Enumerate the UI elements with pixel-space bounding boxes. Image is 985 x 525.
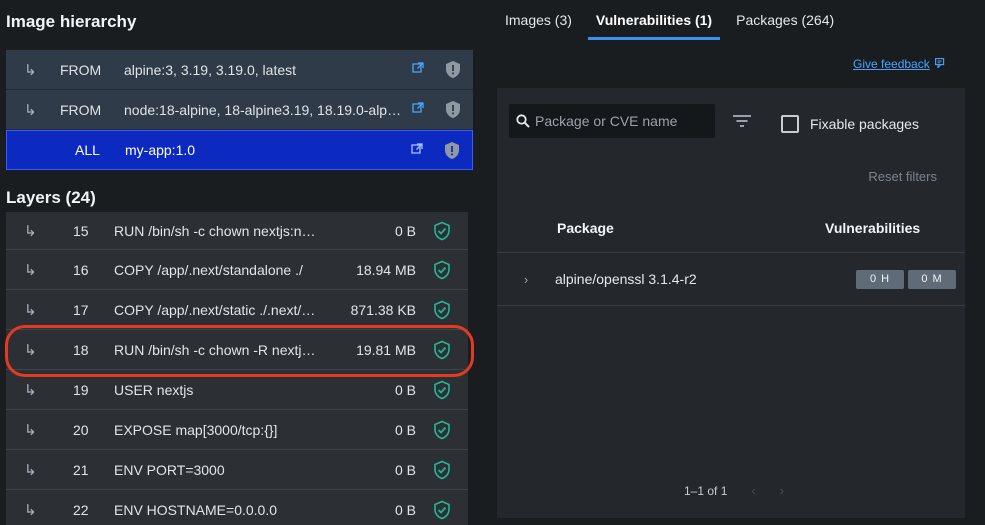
layer-index: 22	[73, 501, 89, 518]
child-arrow-icon: ↳	[24, 461, 37, 479]
shield-warning-icon	[433, 60, 473, 79]
shield-check-icon	[416, 221, 468, 241]
layer-index: 16	[73, 261, 89, 278]
hierarchy-image-name: my-app:1.0	[125, 142, 196, 158]
table-row[interactable]: › alpine/openssl 3.1.4-r2 0 H 0 M	[497, 252, 965, 306]
fixable-checkbox[interactable]	[781, 115, 799, 133]
child-arrow-icon: ↳	[24, 261, 37, 279]
table-header: Package Vulnerabilities	[497, 204, 965, 252]
high-severity-badge: 0 H	[856, 269, 904, 289]
layer-index: 15	[73, 222, 89, 239]
hierarchy-row[interactable]: ↳ FROM node:18-alpine, 18-alpine3.19, 18…	[6, 90, 473, 130]
next-page-icon[interactable]: ›	[780, 483, 784, 498]
child-arrow-icon: ↳	[24, 341, 37, 359]
child-arrow-icon: ↳	[24, 501, 37, 519]
external-link-icon[interactable]	[402, 142, 432, 158]
external-link-icon[interactable]	[403, 62, 433, 77]
tab-packages[interactable]: Packages (264)	[728, 0, 842, 40]
child-arrow-icon: ↳	[24, 101, 37, 119]
feedback-chat-icon	[934, 57, 946, 71]
layer-size: 0 B	[394, 222, 416, 239]
layer-size: 0 B	[394, 501, 416, 518]
layer-row[interactable]: ↳ 21 ENV PORT=3000 0 B	[6, 450, 468, 490]
layer-row[interactable]: ↳ 20 EXPOSE map[3000/tcp:{}] 0 B	[6, 410, 468, 450]
layer-size: 0 B	[394, 421, 416, 438]
shield-warning-icon	[432, 141, 472, 160]
tab-images[interactable]: Images (3)	[497, 0, 580, 40]
severity-badges: 0 H 0 M	[856, 269, 965, 289]
fixable-packages-toggle[interactable]: Fixable packages	[781, 115, 919, 133]
shield-check-icon	[416, 340, 468, 360]
layer-index: 21	[73, 461, 89, 478]
layer-command: ENV PORT=3000	[114, 461, 225, 478]
layer-row[interactable]: ↳ 17 COPY /app/.next/static ./.next/stat…	[6, 290, 468, 330]
layer-command: ENV HOSTNAME=0.0.0.0	[114, 501, 278, 518]
search-icon	[509, 114, 533, 128]
shield-warning-icon	[433, 100, 473, 119]
layer-index: 20	[73, 421, 89, 438]
layer-size: 0 B	[394, 461, 416, 478]
package-name: alpine/openssl 3.1.4-r2	[555, 271, 697, 287]
shield-check-icon	[416, 300, 468, 320]
medium-severity-badge: 0 M	[908, 269, 956, 289]
layer-size: 19.81 MB	[356, 341, 416, 358]
layer-command: COPY /app/.next/static ./.next/static	[114, 301, 319, 318]
search-input[interactable]	[533, 113, 708, 129]
layer-index: 19	[73, 381, 89, 398]
give-feedback-label: Give feedback	[853, 57, 930, 71]
shield-check-icon	[416, 260, 468, 280]
external-link-icon[interactable]	[403, 102, 433, 117]
child-arrow-icon: ↳	[24, 421, 37, 439]
column-header-package[interactable]: Package	[497, 220, 825, 236]
filter-icon[interactable]	[732, 114, 752, 133]
layer-size: 871.38 KB	[350, 301, 416, 318]
hierarchy-image-name: alpine:3, 3.19, 3.19.0, latest	[124, 61, 297, 78]
layer-row[interactable]: ↳ 18 RUN /bin/sh -c chown -R nextjs:node…	[6, 330, 468, 370]
vulnerabilities-panel: Fixable packages Reset filters Package V…	[497, 88, 965, 518]
layer-size: 18.94 MB	[356, 261, 416, 278]
fixable-packages-label: Fixable packages	[810, 116, 919, 132]
hierarchy-kind: FROM	[60, 61, 102, 78]
layer-command: RUN /bin/sh -c chown nextjs:nodejs .next	[114, 222, 319, 239]
child-arrow-icon: ↳	[24, 381, 37, 399]
shield-check-icon	[416, 380, 468, 400]
search-box	[509, 104, 715, 138]
layer-command: USER nextjs	[114, 381, 194, 398]
app-root: Image hierarchy ↳ FROM alpine:3, 3.19, 3…	[0, 0, 985, 525]
layer-row[interactable]: ↳ 19 USER nextjs 0 B	[6, 370, 468, 410]
layer-command: RUN /bin/sh -c chown -R nextjs:nodejs	[114, 341, 319, 358]
tab-vulnerabilities[interactable]: Vulnerabilities (1)	[587, 0, 721, 40]
layers-list: ↳ 15 RUN /bin/sh -c chown nextjs:nodejs …	[6, 212, 468, 525]
image-hierarchy-title: Image hierarchy	[6, 12, 137, 31]
give-feedback-link[interactable]: Give feedback	[853, 57, 946, 71]
child-arrow-icon: ↳	[24, 222, 37, 240]
layer-command: COPY /app/.next/standalone ./	[114, 261, 303, 278]
layer-row[interactable]: ↳ 15 RUN /bin/sh -c chown nextjs:nodejs …	[6, 212, 468, 250]
tab-bar: Images (3) Vulnerabilities (1) Packages …	[497, 0, 850, 40]
hierarchy-kind: FROM	[60, 101, 102, 118]
hierarchy-kind: ALL	[75, 142, 100, 158]
prev-page-icon[interactable]: ‹	[751, 483, 755, 498]
column-header-vulnerabilities[interactable]: Vulnerabilities	[825, 220, 965, 236]
shield-check-icon	[416, 500, 468, 520]
layer-index: 18	[73, 341, 89, 358]
child-arrow-icon: ↳	[24, 301, 37, 319]
hierarchy-row-selected[interactable]: ALL my-app:1.0	[6, 130, 473, 170]
shield-check-icon	[416, 460, 468, 480]
layers-title: Layers (24)	[6, 188, 96, 207]
layer-row[interactable]: ↳ 22 ENV HOSTNAME=0.0.0.0 0 B	[6, 490, 468, 525]
hierarchy-row[interactable]: ↳ FROM alpine:3, 3.19, 3.19.0, latest	[6, 50, 473, 90]
layer-row[interactable]: ↳ 16 COPY /app/.next/standalone ./ 18.94…	[6, 250, 468, 290]
layer-command: EXPOSE map[3000/tcp:{}]	[114, 421, 278, 438]
pagination-label: 1–1 of 1	[684, 483, 728, 498]
layer-index: 17	[73, 301, 89, 318]
layer-size: 0 B	[394, 381, 416, 398]
shield-check-icon	[416, 420, 468, 440]
chevron-right-icon[interactable]: ›	[497, 272, 555, 287]
reset-filters-button[interactable]: Reset filters	[868, 169, 937, 184]
image-hierarchy-list: ↳ FROM alpine:3, 3.19, 3.19.0, latest ↳ …	[6, 50, 473, 170]
pagination: 1–1 of 1 ‹ ›	[684, 483, 784, 498]
hierarchy-image-name: node:18-alpine, 18-alpine3.19, 18.19.0-a…	[124, 101, 403, 118]
child-arrow-icon: ↳	[24, 61, 37, 79]
